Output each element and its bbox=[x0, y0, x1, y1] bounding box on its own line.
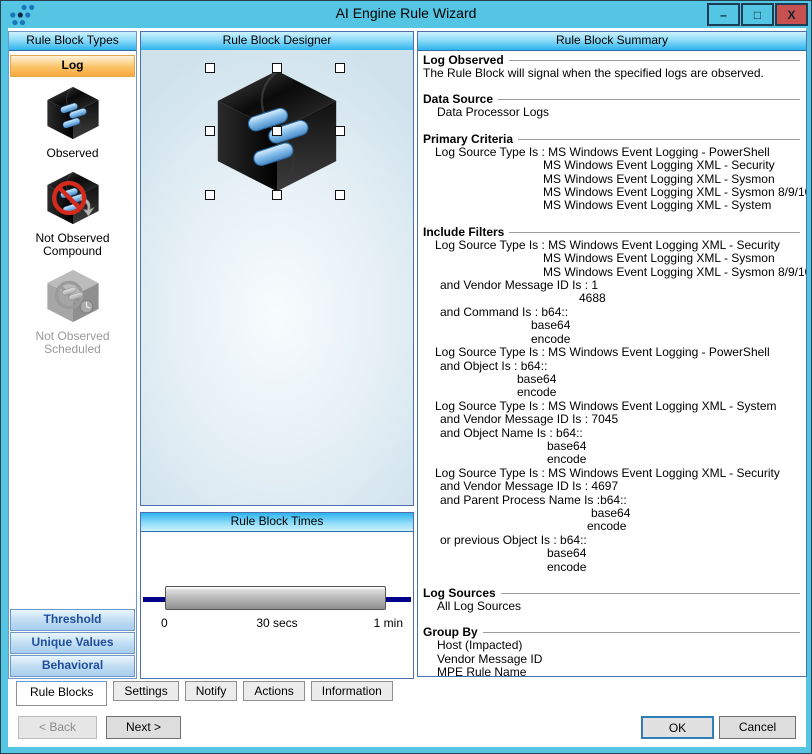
rule-block-designer-header: Rule Block Designer bbox=[141, 32, 413, 51]
summary-line: encode bbox=[423, 520, 800, 533]
ai-engine-rule-wizard-window: AI Engine Rule Wizard – □ X Rule Block T… bbox=[0, 0, 812, 754]
summary-line: and Parent Process Name Is :b64:: bbox=[423, 494, 800, 507]
summary-line: encode bbox=[423, 453, 800, 466]
time-tick-1min: 1 min bbox=[374, 616, 403, 630]
summary-content: Log ObservedThe Rule Block will signal w… bbox=[418, 50, 806, 676]
selection-handle-middle-center[interactable] bbox=[272, 126, 282, 136]
type-item-label: Observed bbox=[27, 147, 119, 160]
rule-block-times-panel: Rule Block Times 0 30 secs 1 min bbox=[140, 512, 414, 679]
tab-information[interactable]: Information bbox=[311, 681, 393, 701]
summary-line: base64 bbox=[423, 440, 800, 453]
summary-section-title: Primary Criteria bbox=[423, 133, 800, 146]
summary-line: base64 bbox=[423, 319, 800, 332]
tab-notify[interactable]: Notify bbox=[185, 681, 238, 701]
log-not-observed-compound-cube-icon bbox=[44, 169, 102, 227]
maximize-button[interactable]: □ bbox=[741, 3, 774, 26]
selection-handle-top-left[interactable] bbox=[205, 63, 215, 73]
tab-actions[interactable]: Actions bbox=[243, 681, 304, 701]
summary-line: MS Windows Event Logging XML - Sysmon bbox=[423, 252, 800, 265]
summary-line: Log Source Type Is : MS Windows Event Lo… bbox=[423, 239, 800, 252]
type-item-label: Not Observed Scheduled bbox=[27, 330, 119, 356]
tab-rule-blocks[interactable]: Rule Blocks bbox=[16, 681, 107, 706]
selection-handle-bottom-center[interactable] bbox=[272, 190, 282, 200]
summary-line: MS Windows Event Logging XML - Sysmon 8/… bbox=[423, 186, 800, 199]
wizard-content: Rule Block Types Log Observed Not Observ… bbox=[8, 28, 806, 747]
log-type-list: Observed Not Observed Compound Not Obser… bbox=[9, 77, 136, 609]
summary-section: Primary CriteriaLog Source Type Is : MS … bbox=[423, 133, 800, 213]
summary-line: and Object Name Is : b64:: bbox=[423, 427, 800, 440]
ok-button[interactable]: OK bbox=[641, 716, 714, 739]
next-button[interactable]: Next > bbox=[106, 716, 181, 739]
rule-block-types-panel: Rule Block Types Log Observed Not Observ… bbox=[8, 31, 137, 679]
selection-handle-top-right[interactable] bbox=[335, 63, 345, 73]
summary-line: and Vendor Message ID Is : 1 bbox=[423, 279, 800, 292]
behavioral-group-button[interactable]: Behavioral bbox=[10, 655, 135, 677]
rule-block-summary-header: Rule Block Summary bbox=[418, 32, 806, 51]
summary-line: All Log Sources bbox=[423, 600, 800, 613]
unique-values-group-button[interactable]: Unique Values bbox=[10, 632, 135, 654]
summary-line: Vendor Message ID bbox=[423, 653, 800, 666]
summary-line: or previous Object Is : b64:: bbox=[423, 534, 800, 547]
log-not-observed-scheduled-cube-icon bbox=[44, 267, 102, 325]
rule-block-summary-panel: Rule Block Summary Log ObservedThe Rule … bbox=[417, 31, 807, 677]
summary-section: Group ByHost (Impacted)Vendor Message ID… bbox=[423, 626, 800, 676]
wizard-tabs: Rule Blocks Settings Notify Actions Info… bbox=[16, 681, 393, 706]
summary-line: MS Windows Event Logging XML - Sysmon bbox=[423, 173, 800, 186]
summary-line: Host (Impacted) bbox=[423, 639, 800, 652]
summary-line: Log Source Type Is : MS Windows Event Lo… bbox=[423, 400, 800, 413]
middle-column: Rule Block Designer Rule Block Times bbox=[140, 31, 414, 679]
summary-line: and Vendor Message ID Is : 4697 bbox=[423, 480, 800, 493]
summary-line: MS Windows Event Logging XML - Sysmon 8/… bbox=[423, 266, 800, 279]
time-slider-range-bar[interactable] bbox=[165, 586, 386, 610]
summary-line: base64 bbox=[423, 547, 800, 560]
selection-handle-bottom-right[interactable] bbox=[335, 190, 345, 200]
summary-section: Data SourceData Processor Logs bbox=[423, 93, 800, 119]
window-controls: – □ X bbox=[706, 3, 808, 26]
title-bar: AI Engine Rule Wizard – □ X bbox=[1, 1, 811, 28]
summary-section-title: Include Filters bbox=[423, 226, 800, 239]
rule-block-designer-panel: Rule Block Designer bbox=[140, 31, 414, 506]
summary-line: encode bbox=[423, 561, 800, 574]
summary-line: base64 bbox=[423, 507, 800, 520]
summary-section: Include FiltersLog Source Type Is : MS W… bbox=[423, 226, 800, 574]
type-item-label: Not Observed Compound bbox=[27, 232, 119, 258]
selection-handle-top-center[interactable] bbox=[272, 63, 282, 73]
selection-handle-bottom-left[interactable] bbox=[205, 190, 215, 200]
cancel-button[interactable]: Cancel bbox=[719, 716, 796, 739]
summary-line: encode bbox=[423, 333, 800, 346]
selection-handle-middle-right[interactable] bbox=[335, 126, 345, 136]
designer-canvas[interactable] bbox=[141, 50, 413, 505]
tab-settings[interactable]: Settings bbox=[113, 681, 178, 701]
summary-section: Log SourcesAll Log Sources bbox=[423, 587, 800, 613]
minimize-button[interactable]: – bbox=[707, 3, 740, 26]
summary-line: Log Source Type Is : MS Windows Event Lo… bbox=[423, 467, 800, 480]
rule-block-times-header: Rule Block Times bbox=[141, 513, 413, 532]
summary-line: MPE Rule Name bbox=[423, 666, 800, 676]
summary-line: MS Windows Event Logging XML - System bbox=[423, 199, 800, 212]
time-tick-30secs: 30 secs bbox=[141, 616, 413, 630]
type-item-not-observed-compound[interactable]: Not Observed Compound bbox=[27, 169, 119, 258]
summary-section: Log ObservedThe Rule Block will signal w… bbox=[423, 54, 800, 80]
threshold-group-button[interactable]: Threshold bbox=[10, 609, 135, 631]
summary-line: and Object Is : b64:: bbox=[423, 360, 800, 373]
summary-line: Log Source Type Is : MS Windows Event Lo… bbox=[423, 146, 800, 159]
summary-line: Data Processor Logs bbox=[423, 106, 800, 119]
summary-line: and Vendor Message ID Is : 7045 bbox=[423, 413, 800, 426]
type-item-not-observed-scheduled: Not Observed Scheduled bbox=[27, 267, 119, 356]
summary-line: and Command Is : b64:: bbox=[423, 306, 800, 319]
close-button[interactable]: X bbox=[775, 3, 808, 26]
window-title: AI Engine Rule Wizard bbox=[1, 5, 811, 21]
summary-line: The Rule Block will signal when the spec… bbox=[423, 67, 800, 80]
summary-line: MS Windows Event Logging XML - Security bbox=[423, 159, 800, 172]
summary-line: Log Source Type Is : MS Windows Event Lo… bbox=[423, 346, 800, 359]
summary-line: encode bbox=[423, 386, 800, 399]
log-observed-cube-icon bbox=[44, 84, 102, 142]
log-group-button[interactable]: Log bbox=[10, 55, 135, 77]
rule-block-types-header: Rule Block Types bbox=[9, 32, 136, 51]
summary-line: base64 bbox=[423, 373, 800, 386]
type-item-observed[interactable]: Observed bbox=[27, 84, 119, 160]
summary-line: 4688 bbox=[423, 292, 800, 305]
back-button[interactable]: < Back bbox=[18, 716, 97, 739]
selection-handle-middle-left[interactable] bbox=[205, 126, 215, 136]
